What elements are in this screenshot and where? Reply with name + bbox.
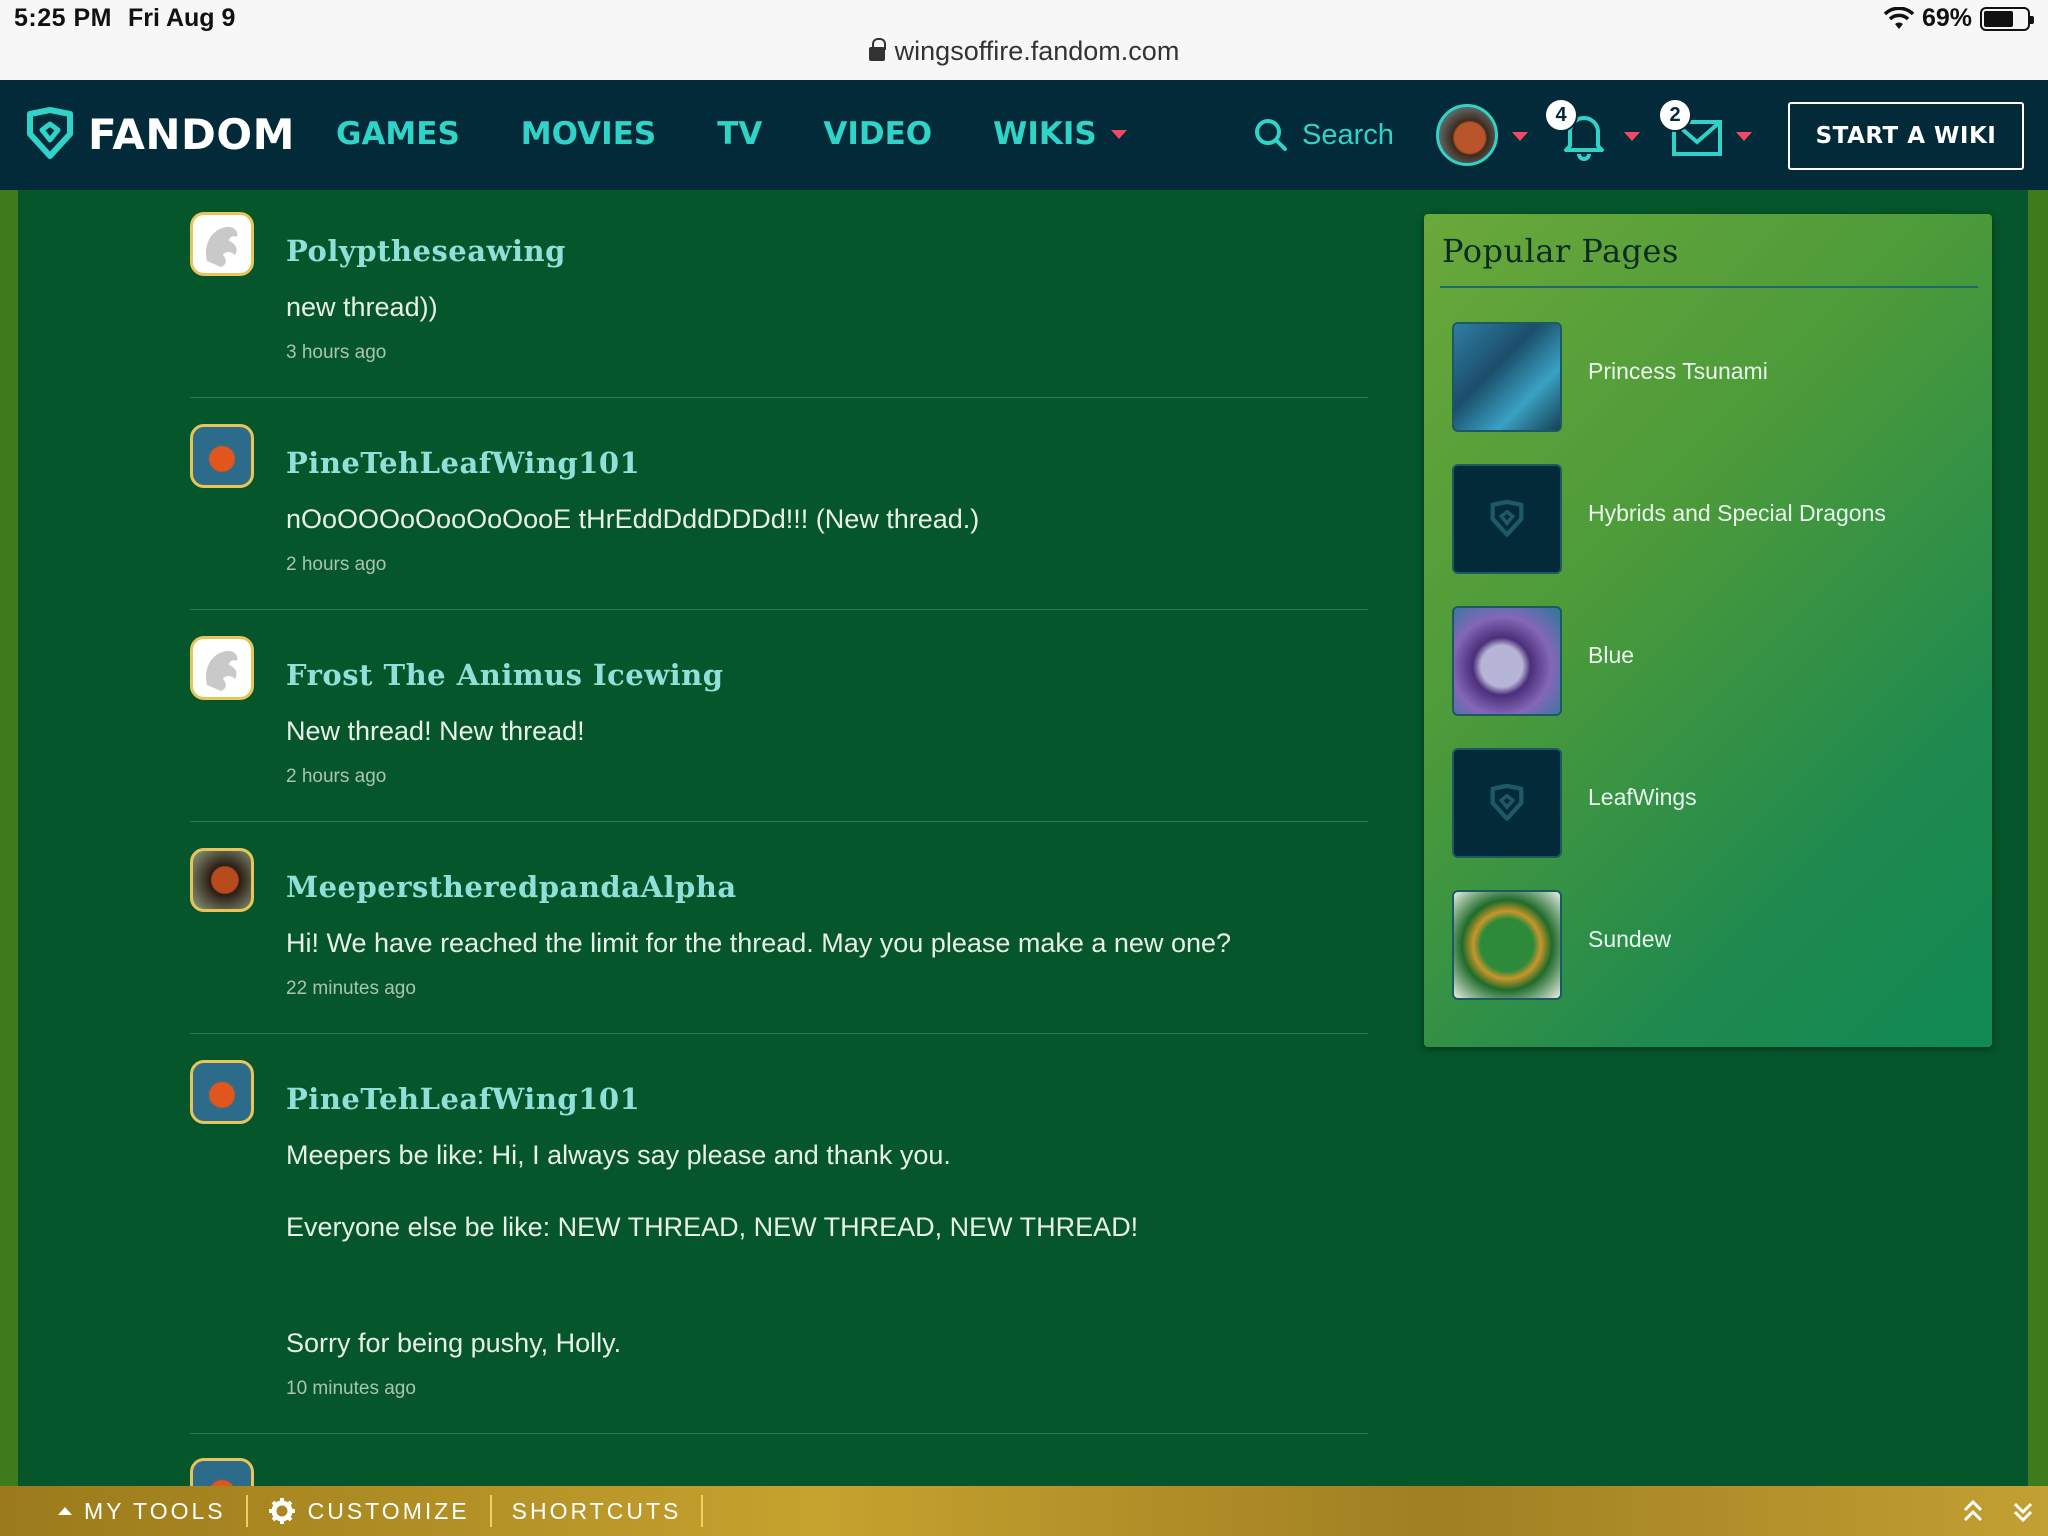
customize-button[interactable]: CUSTOMIZE: [248, 1495, 492, 1527]
chevron-down-icon[interactable]: [1624, 132, 1640, 141]
reply-text: nOoOOOoOooOoOooE tHrEddDddDDDd!!! (New t…: [286, 504, 980, 534]
popular-page-label: Blue: [1588, 642, 1635, 668]
collapse-toolbar-icon[interactable]: [2012, 1498, 2034, 1524]
reply-avatar[interactable]: [190, 636, 254, 700]
url-text: wingsoffire.fandom.com: [894, 36, 1180, 66]
chevron-down-icon[interactable]: [1736, 132, 1752, 141]
chevron-down-icon: [1110, 129, 1127, 139]
reply-username[interactable]: Polyptheseawing: [286, 234, 566, 268]
reply-username[interactable]: PineTehLeafWing101: [286, 446, 640, 480]
fandom-heart-icon: [1490, 783, 1524, 821]
nav-games[interactable]: GAMES: [336, 116, 460, 152]
user-avatar[interactable]: [1436, 104, 1498, 166]
wifi-icon: [1883, 6, 1914, 29]
my-tools-button[interactable]: MY TOOLS: [0, 1495, 248, 1527]
reply-avatar[interactable]: [190, 1060, 254, 1124]
battery-percent: 69%: [1921, 4, 1972, 32]
fandom-logo[interactable]: FANDOM: [22, 106, 295, 162]
page-thumbnail: [1452, 464, 1562, 574]
page-thumbnail: [1452, 322, 1562, 432]
wiki-toolbar: MY TOOLS CUSTOMIZE SHORTCUTS: [0, 1486, 2048, 1536]
status-right: 69%: [1883, 4, 2034, 33]
fandom-heart-icon: [1490, 499, 1524, 537]
nav-tv[interactable]: TV: [717, 116, 762, 152]
reply-text: New thread! New thread!: [286, 716, 585, 746]
start-a-wiki-button[interactable]: START A WIKI: [1788, 102, 2024, 170]
reply-time: 10 minutes ago: [286, 1378, 416, 1399]
reply-time: 2 hours ago: [286, 766, 387, 787]
notifications-badge: 4: [1544, 98, 1578, 132]
page-thumbnail: [1452, 606, 1562, 716]
divider: [190, 1433, 1368, 1434]
reply-avatar[interactable]: [190, 848, 254, 912]
popular-page-label: Hybrids and Special Dragons: [1588, 500, 1886, 526]
messages-badge: 2: [1658, 98, 1692, 132]
shortcuts-label: SHORTCUTS: [511, 1497, 682, 1524]
popular-pages-panel: Popular Pages Princess Tsunami Hybrids a…: [1424, 214, 1992, 1047]
battery-icon: [1980, 6, 2034, 31]
nav-movies[interactable]: MOVIES: [521, 116, 656, 152]
reply-avatar[interactable]: [190, 424, 254, 488]
status-time: 5:25 PM: [14, 4, 112, 32]
shortcuts-button[interactable]: SHORTCUTS: [492, 1495, 704, 1527]
reply-text: Meepers be like: Hi, I always say please…: [286, 1140, 951, 1170]
nav-wikis-label: WIKIS: [993, 116, 1097, 152]
fandom-heart-icon: [27, 107, 73, 159]
reply-text: Everyone else be like: NEW THREAD, NEW T…: [286, 1212, 1139, 1242]
reply-time: 3 hours ago: [286, 342, 387, 363]
chevron-down-icon[interactable]: [1512, 132, 1528, 141]
thread-reply: Frost The Animus Icewing New thread! New…: [190, 636, 1368, 822]
nav-wikis[interactable]: WIKIS: [993, 116, 1127, 152]
fandom-navbar: FANDOM GAMES MOVIES TV VIDEO WIKIS Searc…: [0, 80, 2048, 190]
search-button[interactable]: Search: [1254, 118, 1394, 152]
popular-page-item[interactable]: Blue: [1452, 606, 1972, 716]
popular-page-label: Princess Tsunami: [1588, 358, 1768, 384]
lock-icon: [868, 38, 886, 61]
reply-username[interactable]: Frost The Animus Icewing: [286, 658, 724, 692]
reply-time: 2 hours ago: [286, 554, 387, 575]
customize-label: CUSTOMIZE: [307, 1497, 470, 1524]
popular-page-label: LeafWings: [1588, 784, 1697, 810]
reply-avatar[interactable]: [190, 212, 254, 276]
popular-pages-title: Popular Pages: [1442, 232, 1679, 270]
my-tools-label: MY TOOLS: [84, 1497, 226, 1524]
search-label: Search: [1302, 118, 1394, 151]
nav-video[interactable]: VIDEO: [823, 116, 932, 152]
thread-reply: MeeperstheredpandaAlpha Hi! We have reac…: [190, 848, 1368, 1034]
reply-text: Sorry for being pushy, Holly.: [286, 1328, 622, 1358]
address-bar[interactable]: wingsoffire.fandom.com: [0, 36, 2048, 67]
reply-text: new thread)): [286, 292, 438, 322]
popular-page-item[interactable]: Hybrids and Special Dragons: [1452, 464, 1972, 574]
divider: [1440, 286, 1978, 288]
thread-reply: PineTehLeafWing101 Meepers be like: Hi, …: [190, 1060, 1368, 1434]
status-date: Fri Aug 9: [128, 4, 236, 32]
page-thumbnail: [1452, 890, 1562, 1000]
thread-reply: [190, 1458, 1368, 1488]
divider: [190, 609, 1368, 610]
popular-page-label: Sundew: [1588, 926, 1672, 952]
thread-reply: PineTehLeafWing101 nOoOOOoOooOoOooE tHrE…: [190, 424, 1368, 610]
search-icon: [1255, 119, 1287, 151]
reply-time: 22 minutes ago: [286, 978, 416, 999]
thread-reply: Polyptheseawing new thread)) 3 hours ago: [190, 212, 1368, 398]
reply-avatar[interactable]: [190, 1458, 254, 1488]
divider: [190, 1033, 1368, 1034]
gear-icon: [268, 1498, 295, 1524]
popular-page-item[interactable]: Princess Tsunami: [1452, 322, 1972, 432]
scroll-to-top-icon[interactable]: [1962, 1498, 1984, 1524]
divider: [190, 821, 1368, 822]
logo-text: FANDOM: [88, 109, 295, 159]
ios-status-bar: 5:25 PM Fri Aug 9 69% wingsoffire.fandom…: [0, 0, 2048, 80]
caret-up-icon: [58, 1507, 72, 1515]
nav-links: GAMES MOVIES TV VIDEO WIKIS: [336, 116, 1127, 152]
toolbar-right: [1962, 1486, 2048, 1536]
reply-text: Hi! We have reached the limit for the th…: [286, 928, 1232, 958]
reply-username[interactable]: MeeperstheredpandaAlpha: [286, 870, 737, 904]
divider: [190, 397, 1368, 398]
popular-page-item[interactable]: Sundew: [1452, 890, 1972, 1000]
page-thumbnail: [1452, 748, 1562, 858]
popular-page-item[interactable]: LeafWings: [1452, 748, 1972, 858]
reply-username[interactable]: PineTehLeafWing101: [286, 1082, 640, 1116]
